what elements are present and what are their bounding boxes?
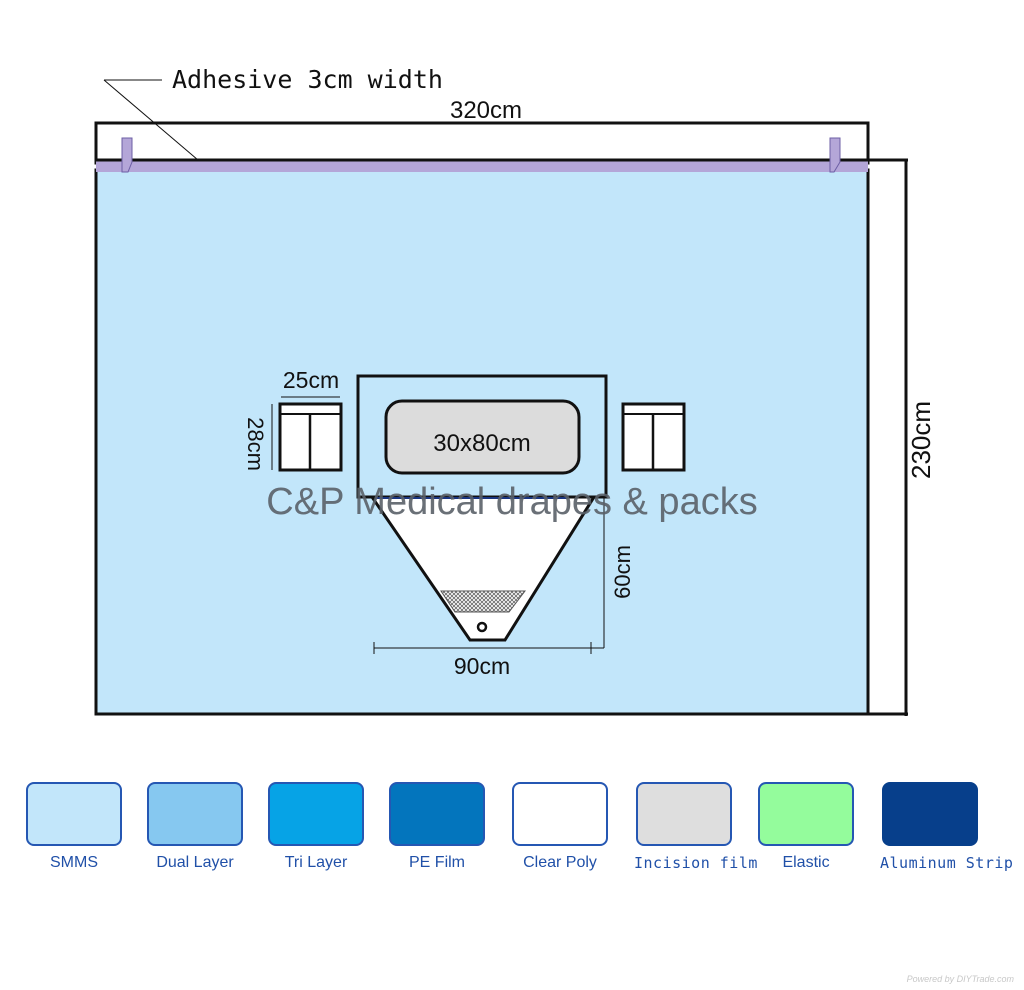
legend-item-elastic: Elastic [756,780,856,872]
legend-item-aluminum-strip: Aluminum Strip [880,780,1014,872]
top-flap-outline [94,121,870,165]
legend-label: Elastic [782,854,830,871]
drape-drawing: 230cm Adhesive 3cm width 320cm 25cm 28cm… [94,65,936,716]
legend-item-dual-layer: Dual Layer [145,780,245,872]
legend-label: Dual Layer [156,854,234,871]
watermark: C&P Medical drapes & packs [266,481,757,523]
legend-item-clear-poly: Clear Poly [510,780,610,872]
swatch-tri-layer [268,782,364,846]
powered-by-credit: Powered by DIYTrade.com [906,974,1014,984]
legend-label: Clear Poly [523,854,597,871]
legend-label: Aluminum Strip [880,854,1014,872]
height-label: 230cm [906,401,936,479]
incision-label: 30x80cm [433,430,530,457]
legend-label: SMMS [50,854,98,871]
swatch-incision-film [636,782,732,846]
legend-label: Tri Layer [284,854,348,871]
swatch-aluminum-strip [882,782,978,846]
adhesive-tab-left [121,137,133,173]
swatch-pe-film [389,782,485,846]
legend-label: PE Film [409,854,465,871]
legend-item-pe-film: PE Film [387,780,487,872]
swatch-clear-poly [512,782,608,846]
width-label: 320cm [450,97,522,124]
adhesive-strip [96,161,868,172]
pocket-width-label: 25cm [283,367,339,393]
swatch-elastic [758,782,854,846]
adhesive-label: Adhesive 3cm width [172,65,443,94]
pouch-drain-port [476,621,488,633]
material-legend: SMMS Dual Layer Tri Layer PE Film Clear … [0,780,1024,880]
pouch-height-label: 60cm [610,545,635,599]
swatch-smms [26,782,122,846]
pouch-width-label: 90cm [454,653,510,679]
legend-item-tri-layer: Tri Layer [266,780,366,872]
pocket-height-label: 28cm [243,417,268,471]
swatch-dual-layer [147,782,243,846]
legend-item-smms: SMMS [24,780,124,872]
legend-item-incision-film: Incision film [634,780,758,872]
legend-label: Incision film [634,854,758,872]
